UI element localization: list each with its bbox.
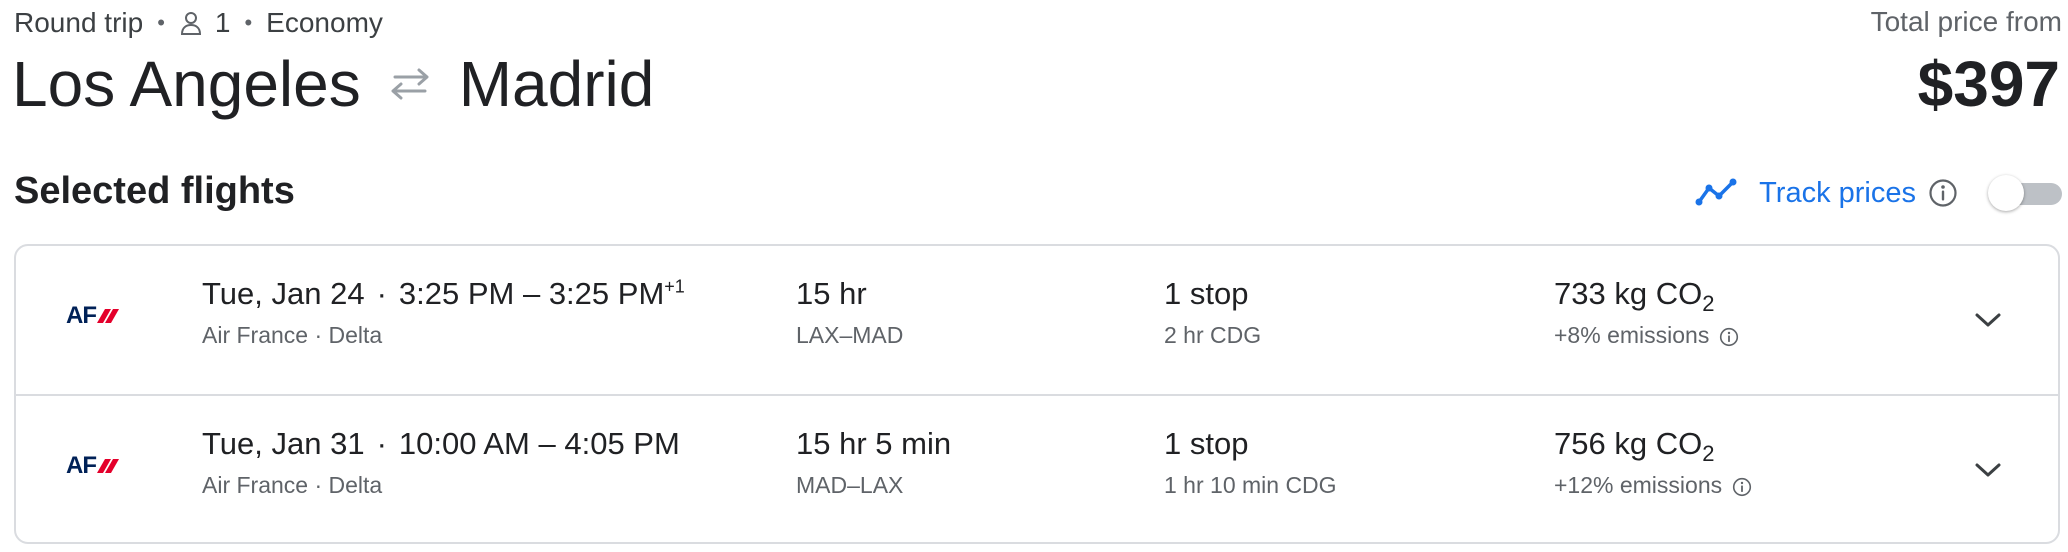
stop-count: 1 stop (1164, 276, 1249, 311)
emissions-column: 733 kg CO2 +8% emissions (1554, 276, 1739, 349)
emissions-amount: 733 kg CO (1554, 276, 1703, 311)
emissions-amount: 756 kg CO (1554, 426, 1703, 461)
logo-text: AF (66, 302, 97, 329)
origin-city: Los Angeles (12, 48, 361, 120)
swap-arrows-icon (385, 66, 435, 102)
stops-column: 1 stop 2 hr CDG (1164, 276, 1261, 349)
track-prices-area: Track prices (1695, 170, 2062, 216)
passenger-count[interactable]: 1 (215, 7, 231, 39)
expand-flight-button[interactable] (1968, 450, 2008, 490)
chevron-down-icon (1975, 313, 2001, 327)
flight-duration: 15 hr (796, 276, 867, 311)
flight-route: MAD–LAX (796, 472, 904, 498)
flight-schedule: Tue, Jan 24 · 3:25 PM – 3:25 PM+1 (202, 276, 685, 312)
route-title: Los Angeles Madrid (12, 44, 654, 124)
section-title: Selected flights (14, 170, 295, 212)
day-offset: +1 (664, 276, 685, 297)
separator-dot: • (157, 10, 165, 35)
airlines: Air France · Delta (202, 322, 383, 348)
stop-count: 1 stop (1164, 426, 1249, 461)
track-prices-toggle[interactable] (1988, 173, 2062, 213)
layover-info: 2 hr CDG (1164, 322, 1262, 348)
air-france-logo: AF (66, 302, 136, 329)
person-icon (179, 10, 203, 36)
emissions-delta-line: +12% emissions (1554, 472, 1752, 499)
co2-subscript: 2 (1702, 291, 1715, 317)
flight-time-column: Tue, Jan 24 · 3:25 PM – 3:25 PM+1 Air Fran… (202, 276, 685, 349)
air-france-logo: AF (66, 452, 136, 479)
separator-dot: · (376, 426, 387, 461)
layover-info: 1 hr 10 min CDG (1164, 472, 1337, 498)
separator-dot: · (376, 276, 387, 311)
flight-duration: 15 hr 5 min (796, 426, 952, 461)
flight-row-return[interactable]: AF Tue, Jan 31 · 10:00 AM – 4:05 PM Air Fr… (16, 394, 2058, 542)
destination-city: Madrid (458, 48, 655, 120)
emissions-delta: +8% emissions (1554, 322, 1710, 348)
logo-stripe-icon (97, 459, 119, 473)
info-icon[interactable] (1928, 178, 1958, 208)
emissions-value: 756 kg CO2 (1554, 426, 1752, 465)
logo-text: AF (66, 452, 97, 479)
toggle-knob (1988, 175, 2024, 211)
flight-schedule: Tue, Jan 31 · 10:00 AM – 4:05 PM (202, 426, 680, 462)
duration-column: 15 hr 5 min MAD–LAX (796, 426, 951, 499)
flight-date: Tue, Jan 24 (202, 276, 365, 311)
flight-row-outbound[interactable]: AF Tue, Jan 24 · 3:25 PM – 3:25 PM+1 Air F… (16, 246, 2058, 394)
emissions-delta-line: +8% emissions (1554, 322, 1739, 349)
trip-meta: Round trip • 1 • Economy (14, 6, 383, 40)
flight-times: 10:00 AM – 4:05 PM (398, 426, 680, 461)
emissions-column: 756 kg CO2 +12% emissions (1554, 426, 1752, 499)
flight-date: Tue, Jan 31 (202, 426, 365, 461)
price-label: Total price from (1870, 6, 2062, 37)
duration-column: 15 hr LAX–MAD (796, 276, 903, 349)
emissions-value: 733 kg CO2 (1554, 276, 1739, 315)
separator-dot: • (244, 10, 253, 35)
flight-time-column: Tue, Jan 31 · 10:00 AM – 4:05 PM Air Franc… (202, 426, 680, 499)
flight-times: 3:25 PM – 3:25 PM (398, 276, 665, 311)
trend-line-icon[interactable] (1695, 178, 1739, 208)
track-prices-link[interactable]: Track prices (1759, 177, 1916, 210)
trip-type[interactable]: Round trip (14, 7, 143, 39)
flight-route: LAX–MAD (796, 322, 904, 348)
info-icon[interactable] (1732, 476, 1752, 496)
airlines: Air France · Delta (202, 472, 383, 498)
info-icon[interactable] (1719, 326, 1739, 346)
emissions-delta: +12% emissions (1554, 472, 1723, 498)
co2-subscript: 2 (1702, 441, 1715, 467)
logo-stripe-icon (97, 309, 119, 323)
chevron-down-icon (1975, 463, 2001, 477)
selected-flights-card: AF Tue, Jan 24 · 3:25 PM – 3:25 PM+1 Air F… (14, 244, 2060, 544)
stops-column: 1 stop 1 hr 10 min CDG (1164, 426, 1337, 499)
total-price: $397 (1917, 48, 2060, 120)
expand-flight-button[interactable] (1968, 300, 2008, 340)
cabin-class[interactable]: Economy (266, 7, 383, 39)
